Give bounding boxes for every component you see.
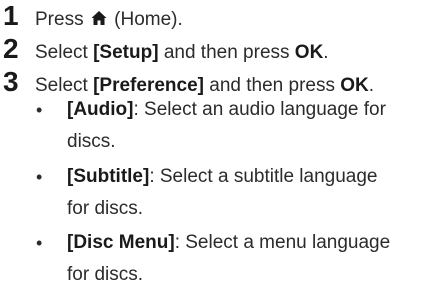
step-number: 3	[3, 66, 19, 97]
step-verb: Select	[35, 42, 88, 63]
step-number: 1	[3, 0, 19, 31]
step-text: Press (Home).	[35, 8, 183, 32]
list-item-text: [Subtitle]: Select a subtitle language f…	[67, 161, 437, 225]
step-connector: and then press	[163, 42, 290, 63]
step-connector: and then press	[209, 75, 335, 96]
option-description-cont: discs.	[67, 131, 116, 152]
menu-item-setup: [Setup]	[93, 42, 159, 63]
step-suffix: (Home).	[114, 9, 183, 30]
option-description-cont: for discs.	[67, 264, 144, 285]
step-prefix: Press	[35, 9, 84, 30]
key-ok: OK	[294, 42, 324, 63]
menu-item-preference: [Preference]	[93, 75, 204, 96]
step-text: Select [Setup] and then press OK.	[35, 41, 329, 65]
bullet-icon: •	[36, 233, 43, 253]
option-description: : Select a subtitle language	[149, 166, 378, 187]
option-subtitle: [Subtitle]	[67, 166, 150, 187]
home-icon	[91, 9, 107, 25]
option-disc-menu: [Disc Menu]	[67, 232, 175, 253]
option-description-cont: for discs.	[67, 198, 144, 219]
option-description: : Select an audio language for	[133, 99, 386, 120]
instruction-page: 1 Press (Home). 2 Select [Setup] and the…	[0, 0, 438, 286]
bullet-icon: •	[36, 100, 43, 120]
step-verb: Select	[35, 75, 88, 96]
list-item-text: [Disc Menu]: Select a menu language for …	[67, 227, 437, 291]
bullet-icon: •	[36, 167, 43, 187]
step-period: .	[368, 75, 375, 96]
list-item-text: [Audio]: Select an audio language for di…	[67, 94, 437, 158]
option-description: : Select a menu language	[174, 232, 391, 253]
option-audio: [Audio]	[67, 99, 134, 120]
key-ok: OK	[340, 75, 369, 96]
step-period: .	[323, 42, 329, 63]
step-number: 2	[3, 33, 19, 64]
